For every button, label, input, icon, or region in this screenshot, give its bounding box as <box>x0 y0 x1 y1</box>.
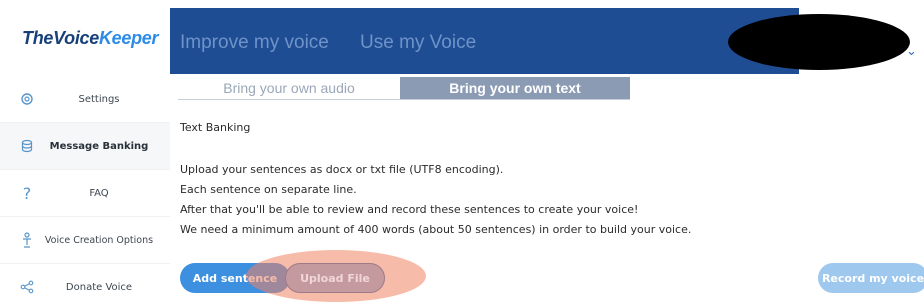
tab-improve-my-voice[interactable]: Improve my voice <box>180 32 329 54</box>
sidebar: TheVoice Keeper Settings Message Banking … <box>0 0 170 308</box>
sidebar-item-faq[interactable]: ? FAQ <box>0 170 170 217</box>
section-heading: Text Banking <box>180 121 251 134</box>
text-banking-panel: Text Banking Upload your sentences as do… <box>180 118 880 240</box>
instruction-line: After that you'll be able to review and … <box>180 203 639 216</box>
instruction-line: Upload your sentences as docx or txt fil… <box>180 163 504 176</box>
sidebar-item-message-banking[interactable]: Message Banking <box>0 123 170 170</box>
question-icon: ? <box>22 183 32 203</box>
sidebar-item-label: Voice Creation Options <box>44 234 154 246</box>
instruction-line: Each sentence on separate line. <box>180 183 357 196</box>
sidebar-item-label: Message Banking <box>49 140 149 152</box>
share-icon <box>18 278 36 296</box>
voice-options-icon <box>18 231 36 249</box>
logo-text-part1: TheVoice <box>22 27 99 48</box>
instruction-line: We need a minimum amount of 400 words (a… <box>180 223 692 236</box>
chevron-down-icon[interactable]: ⌄ <box>906 44 917 59</box>
database-icon <box>18 137 36 155</box>
logo-text-part2: Keeper <box>98 27 159 48</box>
sidebar-item-label: FAQ <box>89 187 109 199</box>
tab-bring-your-own-audio[interactable]: Bring your own audio <box>178 77 400 99</box>
upload-file-button[interactable]: Upload File <box>285 263 385 293</box>
sidebar-item-label: Donate Voice <box>65 281 133 293</box>
sidebar-nav: Settings Message Banking ? FAQ Voice Cre… <box>0 76 170 308</box>
sidebar-item-settings[interactable]: Settings <box>0 76 170 123</box>
tab-use-my-voice[interactable]: Use my Voice <box>360 32 476 54</box>
sidebar-item-donate-voice[interactable]: Donate Voice <box>0 264 170 308</box>
subtab-divider <box>178 99 630 100</box>
gear-icon <box>18 90 36 108</box>
sidebar-item-label: Settings <box>78 93 120 105</box>
app-logo[interactable]: TheVoice Keeper <box>0 0 170 76</box>
record-my-voice-button[interactable]: Record my voice <box>818 263 924 293</box>
sidebar-item-voice-creation-options[interactable]: Voice Creation Options <box>0 217 170 264</box>
redacted-user-info <box>728 14 910 70</box>
tab-bring-your-own-text[interactable]: Bring your own text <box>400 77 630 99</box>
